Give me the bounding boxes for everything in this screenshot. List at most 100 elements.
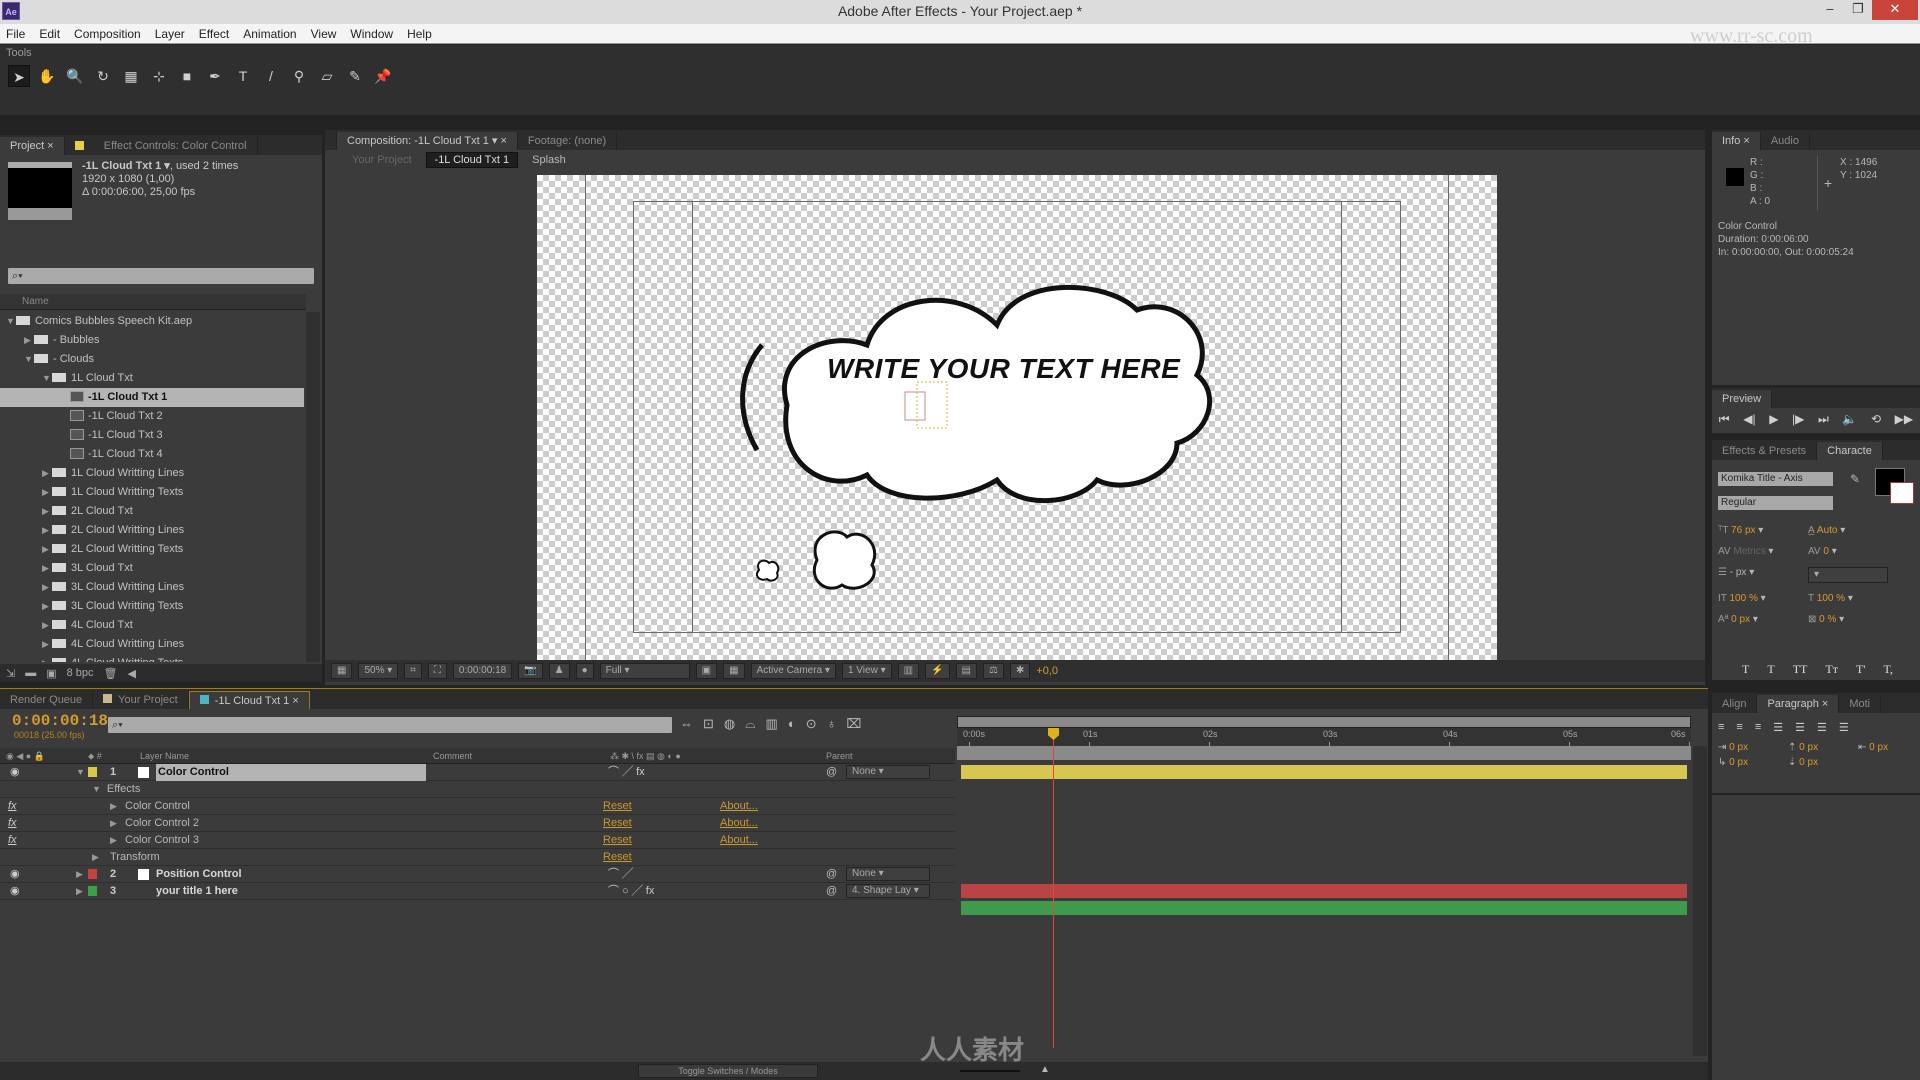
effect-reset-link[interactable]: Reset (603, 798, 632, 815)
tab-align[interactable]: Align (1712, 695, 1758, 713)
timeline-button[interactable]: ▤ (955, 663, 977, 679)
leading-value[interactable]: Auto (1817, 525, 1838, 536)
loop-button[interactable]: ⟲ (1871, 412, 1881, 427)
effect-expand-arrow[interactable]: ▶ (110, 815, 117, 832)
tab-info[interactable]: Info × (1712, 132, 1761, 150)
horizontal-scale-value[interactable]: 100 % (1817, 593, 1845, 604)
layer-switches[interactable]: ⌒ ╱ (608, 866, 633, 883)
comp-mini-flowchart-icon[interactable]: ⇔ (680, 716, 693, 732)
layer-name-header[interactable]: Layer Name (140, 748, 189, 764)
channel-button[interactable]: ● (575, 663, 594, 679)
expand-arrow-icon[interactable]: ▶ (24, 331, 34, 350)
effect-expand-arrow[interactable]: ▶ (110, 798, 117, 815)
clone-stamp-tool-icon[interactable]: ⚲ (288, 65, 310, 87)
snapshot-button[interactable]: 📷 (518, 663, 543, 679)
reset-exposure-button[interactable]: ✱ (1009, 663, 1031, 679)
project-folder-item[interactable]: ▶ 2L Cloud Txt (0, 502, 304, 521)
text-style-button[interactable]: T (1742, 662, 1749, 677)
resolution-dropdown[interactable]: Full ▾ (599, 663, 690, 679)
close-window-button[interactable]: ✕ (1872, 0, 1918, 20)
layer-label-color[interactable] (88, 886, 97, 896)
tab-render-queue[interactable]: Render Queue (0, 691, 94, 709)
project-folder-item[interactable]: ▶ 4L Cloud Writting Lines (0, 635, 304, 654)
text-style-button[interactable]: T (1767, 662, 1774, 677)
expand-arrow-icon[interactable]: ▶ (42, 483, 52, 502)
parent-dropdown[interactable]: None ▾ (846, 765, 930, 779)
menu-animation[interactable]: Animation (243, 27, 296, 41)
auto-keyframe-icon[interactable]: ⌧ (846, 716, 861, 732)
menu-view[interactable]: View (311, 27, 337, 41)
stroke-style-dropdown[interactable]: ▾ (1808, 567, 1888, 583)
project-search-input[interactable]: ⌕▾ (8, 268, 314, 284)
brush-tool-icon[interactable]: / (260, 65, 282, 87)
transparency-grid-button[interactable]: ▦ (723, 663, 745, 679)
menu-effect[interactable]: Effect (199, 27, 229, 41)
layer-name[interactable]: your title 1 here (156, 883, 238, 900)
visibility-eye-icon[interactable]: ◉ (10, 883, 20, 900)
stroke-width-value[interactable]: - px (1730, 567, 1747, 578)
zoom-in-icon[interactable]: ▲ (1040, 1064, 1050, 1075)
space-before-value[interactable]: 0 px (1799, 742, 1818, 753)
font-style-dropdown[interactable]: Regular (1718, 496, 1833, 510)
selection-tool-icon[interactable]: ➤ (8, 65, 30, 87)
transform-row[interactable]: ▶ Transform Reset (0, 849, 955, 866)
exposure-value[interactable]: +0,0 (1036, 665, 1058, 677)
audio-button[interactable]: 🔈 (1842, 412, 1857, 427)
tab-motion[interactable]: Moti (1839, 695, 1882, 713)
project-comp-item[interactable]: -1L Cloud Txt 3 (0, 426, 304, 445)
pickwhip-icon[interactable]: @ (826, 883, 837, 900)
trash-icon[interactable]: 🗑 (104, 667, 118, 680)
menu-window[interactable]: Window (350, 27, 393, 41)
hand-tool-icon[interactable]: ✋ (36, 65, 58, 87)
expand-arrow-icon[interactable]: ▶ (42, 597, 52, 616)
layer-label-color[interactable] (88, 869, 97, 879)
justify-all-button[interactable]: ☰ (1839, 721, 1849, 734)
stroke-color-swatch[interactable] (1890, 482, 1914, 504)
tab-composition[interactable]: Composition: -1L Cloud Txt 1 ▾ × (337, 132, 518, 150)
layer-row[interactable]: ◉ ▶ 2 Position Control ⌒ ╱ @ None ▾ (0, 866, 955, 883)
breadcrumb-splash[interactable]: Splash (532, 154, 566, 166)
comp-canvas[interactable]: WRITE YOUR TEXT HERE (537, 175, 1497, 660)
project-folder-item[interactable]: ▶ 2L Cloud Writting Texts (0, 540, 304, 559)
next-frame-button[interactable]: |▶ (1792, 412, 1804, 427)
text-style-button[interactable]: T, (1883, 662, 1892, 677)
camera-dropdown[interactable]: Active Camera ▾ (750, 663, 836, 679)
align-left-button[interactable]: ≡ (1718, 721, 1724, 734)
bit-depth-button[interactable]: 8 bpc (67, 667, 94, 679)
work-area-bar[interactable] (957, 716, 1691, 728)
graph-editor-icon[interactable]: ⊙ (806, 716, 817, 732)
breadcrumb-your-project[interactable]: Your Project (352, 154, 412, 166)
text-style-button[interactable]: T' (1856, 662, 1866, 677)
menu-file[interactable]: File (6, 27, 25, 41)
effect-reset-link[interactable]: Reset (603, 815, 632, 832)
effect-about-link[interactable]: About... (720, 832, 758, 849)
menu-layer[interactable]: Layer (155, 27, 185, 41)
magnification-dropdown[interactable]: 50% ▾ (358, 663, 399, 679)
puppet-tool-icon[interactable]: 📌 (372, 65, 394, 87)
layer-switches[interactable]: ⌒ ╱ fx (608, 764, 645, 781)
vertical-scale-value[interactable]: 100 % (1729, 593, 1757, 604)
project-folder-item[interactable]: ▼ - Clouds (0, 350, 304, 369)
project-folder-item[interactable]: ▶ 1L Cloud Writting Texts (0, 483, 304, 502)
mask-visibility-button[interactable]: ⛶ (427, 663, 447, 679)
interpret-footage-icon[interactable]: ⇲ (6, 667, 15, 680)
kerning-value[interactable]: Metrics (1733, 546, 1765, 557)
project-folder-item[interactable]: ▶ 2L Cloud Writting Lines (0, 521, 304, 540)
effect-row[interactable]: fx ▶ Color Control 2 Reset About... (0, 815, 955, 832)
parent-header[interactable]: Parent (826, 748, 853, 764)
project-comp-item[interactable]: -1L Cloud Txt 2 (0, 407, 304, 426)
view-layout-dropdown[interactable]: 1 View ▾ (841, 663, 892, 679)
expand-layer-arrow[interactable]: ▶ (76, 883, 83, 900)
expand-arrow-icon[interactable]: ▶ (42, 578, 52, 597)
project-folder-item[interactable]: ▼ 1L Cloud Txt (0, 369, 304, 388)
last-frame-button[interactable]: ⏭ (1818, 412, 1829, 427)
project-folder-item[interactable]: ▶ 3L Cloud Writting Texts (0, 597, 304, 616)
menu-help[interactable]: Help (407, 27, 432, 41)
tab-effects-presets[interactable]: Effects & Presets (1712, 442, 1818, 460)
font-size-value[interactable]: 76 px (1731, 525, 1755, 536)
current-time-field[interactable]: 0:00:00:18 (452, 663, 513, 679)
justify-left-button[interactable]: ☰ (1773, 721, 1783, 734)
layer-duration-bar[interactable] (961, 884, 1687, 898)
parent-dropdown[interactable]: 4. Shape Lay ▾ (846, 884, 930, 898)
expand-arrow-icon[interactable]: ▶ (42, 540, 52, 559)
